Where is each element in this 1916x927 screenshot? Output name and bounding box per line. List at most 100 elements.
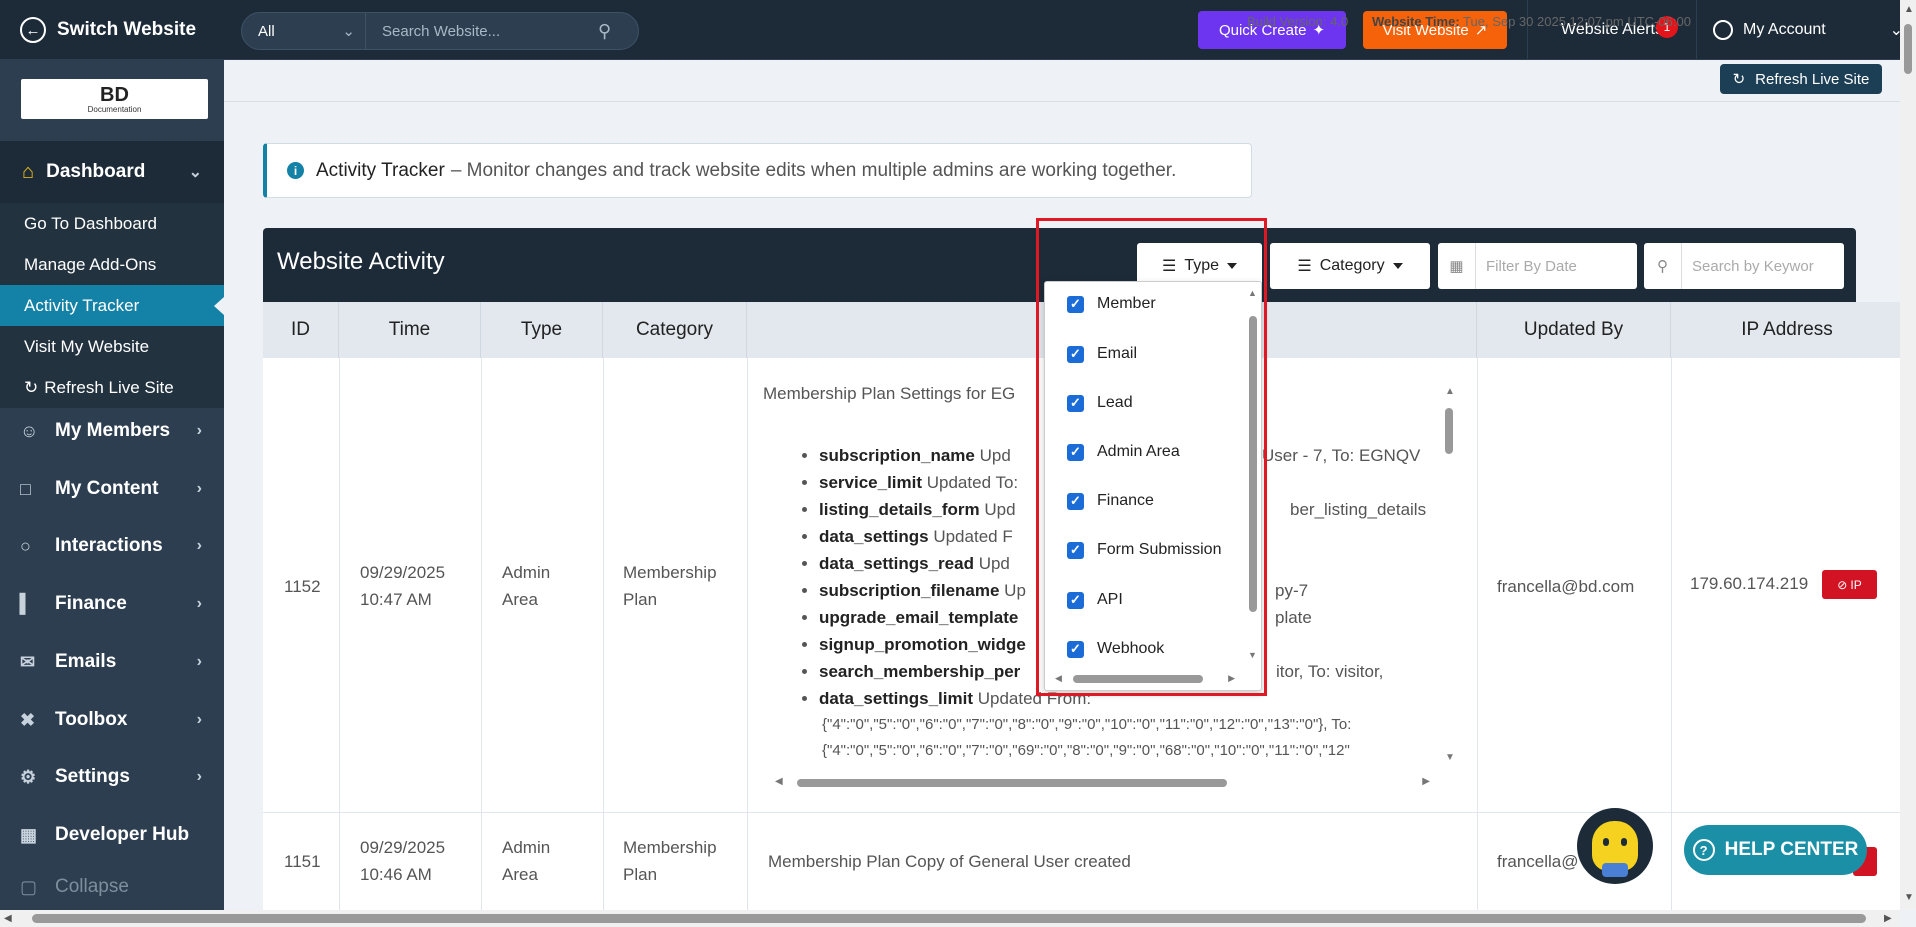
calendar-icon: ▦ [1438,243,1476,289]
website-alerts-button[interactable]: Website Alerts 1 [1527,0,1697,60]
page-horizontal-scrollbar[interactable]: ◀ ▶ [0,910,1900,927]
description-horizontal-scrollbar[interactable]: ◀ ▶ [775,776,1430,790]
sidebar-item-label: Emails [55,651,117,672]
info-icon: i [287,162,304,179]
sidebar-item-my-members[interactable] [0,60,224,118]
chevron-right-icon: › [196,422,202,439]
my-account-menu[interactable]: My Account ⌄ [1711,0,1903,60]
row-category-line2: Plan [623,590,658,609]
chat-icon: ○ [20,535,31,556]
row-ip: 179.60.174.219 [1690,574,1809,593]
question-icon: ? [1692,839,1715,861]
sidebar-item-label: My Members [55,420,171,441]
category-filter-button[interactable]: ☰ Category [1270,243,1430,289]
category-filter-label: Category [1319,257,1385,274]
chevron-right-icon: › [196,595,202,612]
dashboard-submenu: Go To Dashboard Manage Add-Ons Activity … [0,203,224,408]
sidebar-item-label: Toolbox [55,709,128,730]
sidebar-subitem-label: Refresh Live Site [44,377,174,397]
notice-text: – Monitor changes and track website edit… [450,159,1177,181]
sidebar-item-developer-hub[interactable]: ▦ Developer Hub [0,806,224,864]
column-header-type[interactable]: Type [481,302,603,358]
column-header-category[interactable]: Category [603,302,747,358]
sidebar-item-label: Settings [55,766,130,787]
sidebar-collapse-button[interactable]: ▢ Collapse [0,864,224,910]
sidebar-subitem-label: Activity Tracker [24,295,140,315]
users-icon: ☺ [20,420,39,441]
row-type-line2: Area [502,865,538,884]
sidebar-collapse-label: Collapse [55,876,129,897]
refresh-live-site-label: Refresh Live Site [1755,70,1870,88]
sidebar-subitem-label: Manage Add-Ons [24,254,157,274]
build-info-bar [224,60,1916,102]
column-header-time[interactable]: Time [339,302,481,358]
sidebar-item-toolbox[interactable]: ✖ Toolbox › [0,691,224,749]
chevron-right-icon: › [196,653,202,670]
assistant-bot-button[interactable] [1577,808,1653,884]
sidebar-subitem-visit-my-website[interactable]: Visit My Website [0,326,224,367]
row-type: Admin [502,838,551,857]
keyword-search-input[interactable]: ⚲ Search by Keywor [1644,243,1844,289]
sidebar-subitem-activity-tracker[interactable]: Activity Tracker [0,285,224,326]
help-center-button[interactable]: ? HELP CENTER [1684,825,1867,875]
sidebar-item-settings[interactable]: ⚙ Settings › [0,748,224,806]
chevron-down-icon: ⌄ [342,23,355,40]
sidebar-item-label: Developer Hub [55,824,190,845]
panel-title: Website Activity [277,248,445,275]
website-time: Website Time: Tue, Sep 30 2025 12:07 pm … [1372,14,1691,29]
row-time: 10:46 AM [360,865,432,884]
column-header-updated-by[interactable]: Updated By [1477,302,1671,358]
caret-down-icon [1392,263,1403,269]
activity-tracker-notice: i Activity Tracker – Monitor changes and… [263,143,1252,198]
envelope-icon: ✉ [20,651,36,672]
notice-title: Activity Tracker [316,159,445,181]
folder-icon: □ [20,478,31,499]
block-ip-button[interactable]: ⊘ IP [1822,570,1877,599]
search-icon: ⚲ [1644,243,1682,289]
sidebar-item-my-members[interactable]: ☺ My Members › [0,402,224,460]
date-filter-input[interactable]: ▦ Filter By Date [1438,243,1637,289]
sidebar-subitem-label: Visit My Website [24,336,150,356]
row-category: Membership [623,563,717,582]
build-version: Build Version: 4.0 [1247,14,1349,29]
website-search: All ⌄ ⚲ [241,12,639,50]
home-icon: ⌂ [22,160,35,183]
row-updated-by: francella@bd.com [1497,577,1635,596]
chevron-right-icon: › [196,537,202,554]
row-description: Membership Plan Copy of General User cre… [768,852,1131,871]
sidebar-item-my-content[interactable]: □ My Content › [0,460,224,518]
switch-website-button[interactable]: ← Switch Website [0,0,224,60]
page-vertical-scrollbar[interactable]: ▲ ▼ [1900,0,1916,910]
highlight-box [1036,218,1267,696]
column-header-ip-address[interactable]: IP Address [1671,302,1903,358]
tools-icon: ✖ [20,709,36,730]
sidebar-item-finance[interactable]: ▍ Finance › [0,575,224,633]
chevron-right-icon: › [196,768,202,785]
description-vertical-scrollbar[interactable]: ▲ ▼ [1442,386,1456,766]
refresh-icon: ↻ [24,377,39,397]
sliders-icon: ☰ [1297,258,1312,275]
row-id: 1151 [284,852,321,871]
refresh-live-site-button[interactable]: ↻ Refresh Live Site [1720,64,1882,94]
column-header-id[interactable]: ID [263,302,339,358]
sidebar-item-label: My Content [55,478,159,499]
search-scope-select[interactable]: All ⌄ [242,13,366,49]
json-line: {"4":"0","5":"0","6":"0","7":"0","69":"0… [822,742,1350,759]
switch-website-label: Switch Website [57,19,197,40]
sidebar-item-label: Interactions [55,535,163,556]
json-line: {"4":"0","5":"0","6":"0","7":"0","8":"0"… [822,716,1352,733]
sidebar-item-interactions[interactable]: ○ Interactions › [0,517,224,575]
sidebar-item-emails[interactable]: ✉ Emails › [0,633,224,691]
search-input[interactable] [366,13,598,49]
chevron-right-icon: › [196,480,202,497]
website-time-label: Website Time: [1372,14,1460,29]
row-date: 09/29/2025 [360,838,446,857]
sidebar-item-dashboard[interactable]: ⌂ Dashboard ⌄ [0,141,224,203]
row-type-line2: Area [502,590,538,609]
search-icon[interactable]: ⚲ [598,21,638,42]
sidebar-subitem-go-to-dashboard[interactable]: Go To Dashboard [0,203,224,244]
gear-icon: ⚙ [20,766,37,787]
sidebar-subitem-manage-addons[interactable]: Manage Add-Ons [0,244,224,285]
my-account-label: My Account [1743,21,1826,38]
sidebar-subitem-label: Go To Dashboard [24,213,157,233]
